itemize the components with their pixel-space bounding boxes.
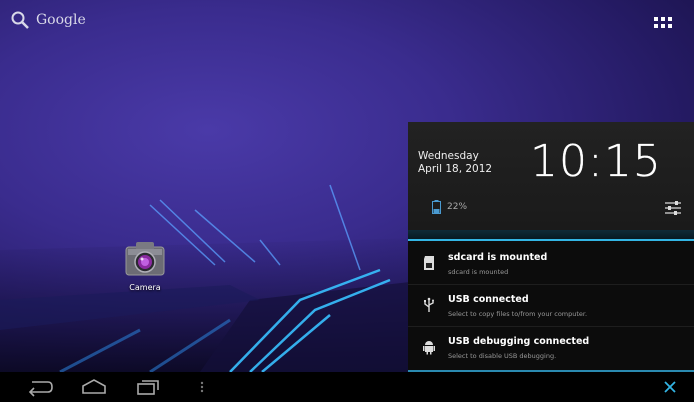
all-apps-button[interactable]	[652, 12, 674, 34]
android-debug-icon	[423, 341, 435, 355]
notification-separator	[408, 326, 694, 327]
quick-settings-button[interactable]	[664, 200, 682, 216]
battery-percent: 22%	[447, 202, 468, 212]
home-button[interactable]	[80, 376, 108, 398]
notification-title: sdcard is mounted	[448, 252, 548, 263]
search-label: Google	[36, 12, 86, 28]
panel-header: Wednesday April 18, 2012 10:15 22%	[408, 122, 694, 230]
search-icon	[11, 11, 29, 29]
camera-icon	[125, 242, 165, 276]
menu-button[interactable]	[197, 376, 207, 398]
close-notifications-button[interactable]	[660, 376, 680, 398]
weekday-text: Wednesday	[418, 150, 479, 162]
close-icon	[664, 381, 676, 393]
notification-item[interactable]: USB connected Select to copy files to/fr…	[408, 286, 694, 326]
google-search-bar[interactable]: Google	[10, 10, 86, 30]
notification-title: USB connected	[448, 294, 529, 305]
battery-status: 22%	[432, 200, 467, 214]
notification-panel: Wednesday April 18, 2012 10:15 22% sdcar…	[408, 122, 694, 372]
battery-icon	[432, 200, 441, 214]
recent-apps-icon	[137, 380, 159, 395]
camera-app-shortcut[interactable]: Camera	[110, 237, 180, 292]
notification-item[interactable]: sdcard is mounted sdcard is mounted	[408, 244, 694, 284]
back-button[interactable]	[26, 376, 54, 398]
notification-subtitle: Select to disable USB debugging.	[448, 352, 557, 360]
system-navigation-bar	[0, 372, 694, 402]
sdcard-icon	[424, 256, 434, 270]
accent-line	[408, 239, 694, 241]
notification-item[interactable]: USB debugging connected Select to disabl…	[408, 328, 694, 368]
settings-sliders-icon	[665, 201, 681, 215]
overflow-menu-icon	[200, 381, 204, 393]
recent-apps-button[interactable]	[135, 376, 161, 398]
clock-time: 10:15	[530, 136, 662, 187]
home-icon	[82, 379, 106, 394]
notification-subtitle: sdcard is mounted	[448, 268, 509, 276]
back-arrow-icon	[28, 381, 53, 397]
notification-title: USB debugging connected	[448, 336, 590, 347]
apps-grid-icon	[654, 17, 672, 28]
date-display: Wednesday April 18, 2012	[418, 150, 492, 176]
usb-icon	[424, 297, 434, 312]
camera-label: Camera	[129, 283, 161, 292]
date-text: April 18, 2012	[418, 163, 493, 175]
notification-separator	[408, 284, 694, 285]
notification-subtitle: Select to copy files to/from your comput…	[448, 310, 588, 318]
